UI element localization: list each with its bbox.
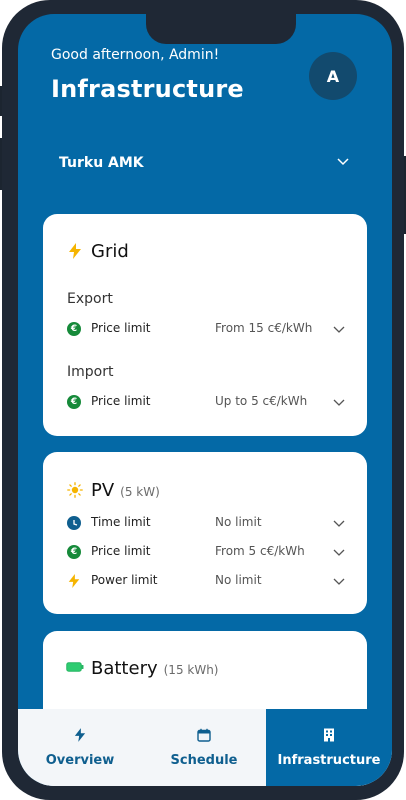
- clock-icon: [67, 516, 81, 530]
- pv-power-limit-row[interactable]: Power limit No limit: [67, 571, 345, 591]
- chevron-down-icon[interactable]: [333, 575, 345, 587]
- chevron-down-icon[interactable]: [333, 546, 345, 558]
- row-value: No limit: [215, 573, 262, 587]
- grid-card: Grid Export € Price limit From 15 c€/kWh…: [43, 214, 367, 436]
- tab-label: Overview: [45, 753, 115, 768]
- export-price-limit-row[interactable]: € Price limit From 15 c€/kWh: [67, 319, 345, 339]
- row-label: Power limit: [91, 573, 158, 587]
- pv-card: PV (5 kW) Time limit No limit € Price lim…: [43, 452, 367, 614]
- row-label: Time limit: [91, 515, 151, 529]
- battery-title-text: Battery: [91, 658, 158, 679]
- tab-overview[interactable]: Overview: [18, 709, 142, 786]
- row-value: No limit: [215, 515, 262, 529]
- battery-title: Battery (15 kWh): [91, 658, 219, 679]
- row-label: Price limit: [91, 321, 151, 335]
- chevron-down-icon[interactable]: [333, 517, 345, 529]
- location-select-value[interactable]: Turku AMK: [59, 155, 144, 171]
- grid-title: Grid: [91, 241, 129, 262]
- euro-icon: €: [67, 395, 81, 409]
- euro-icon: €: [67, 322, 81, 336]
- bottom-tab-bar: Overview Schedule Infrastructure: [18, 709, 392, 786]
- page-title: Infrastructure: [51, 75, 244, 103]
- chevron-down-icon[interactable]: [333, 396, 345, 408]
- chevron-down-icon[interactable]: [333, 323, 345, 335]
- row-value: From 15 c€/kWh: [215, 321, 313, 335]
- row-label: Price limit: [91, 544, 151, 558]
- greeting-text: Good afternoon, Admin!: [51, 47, 220, 63]
- calendar-icon: [197, 728, 211, 742]
- row-label: Price limit: [91, 394, 151, 408]
- pv-title: PV (5 kW): [91, 480, 160, 501]
- tab-infrastructure[interactable]: Infrastructure: [266, 709, 392, 786]
- bolt-icon: [68, 574, 80, 588]
- tab-label: Infrastructure: [277, 753, 381, 768]
- tab-schedule[interactable]: Schedule: [142, 709, 266, 786]
- tab-label: Schedule: [170, 753, 238, 768]
- building-icon: [324, 728, 334, 742]
- pv-title-text: PV: [91, 480, 115, 501]
- battery-icon: [66, 662, 84, 672]
- bolt-icon: [69, 243, 81, 259]
- pv-capacity: (5 kW): [120, 485, 160, 499]
- battery-capacity: (15 kWh): [163, 663, 219, 677]
- bolt-icon: [74, 728, 86, 742]
- euro-icon: €: [67, 545, 81, 559]
- import-price-limit-row[interactable]: € Price limit Up to 5 c€/kWh: [67, 392, 345, 412]
- export-label: Export: [67, 291, 113, 307]
- avatar[interactable]: A: [309, 52, 357, 100]
- import-label: Import: [67, 364, 114, 380]
- app-screen: Good afternoon, Admin! Infrastructure A …: [18, 14, 392, 786]
- row-value: From 5 c€/kWh: [215, 544, 305, 558]
- row-value: Up to 5 c€/kWh: [215, 394, 308, 408]
- phone-frame: Good afternoon, Admin! Infrastructure A …: [2, 0, 404, 800]
- notch: [146, 14, 296, 44]
- pv-time-limit-row[interactable]: Time limit No limit: [67, 513, 345, 533]
- sun-icon: [67, 482, 83, 498]
- pv-price-limit-row[interactable]: € Price limit From 5 c€/kWh: [67, 542, 345, 562]
- chevron-down-icon[interactable]: [336, 154, 350, 168]
